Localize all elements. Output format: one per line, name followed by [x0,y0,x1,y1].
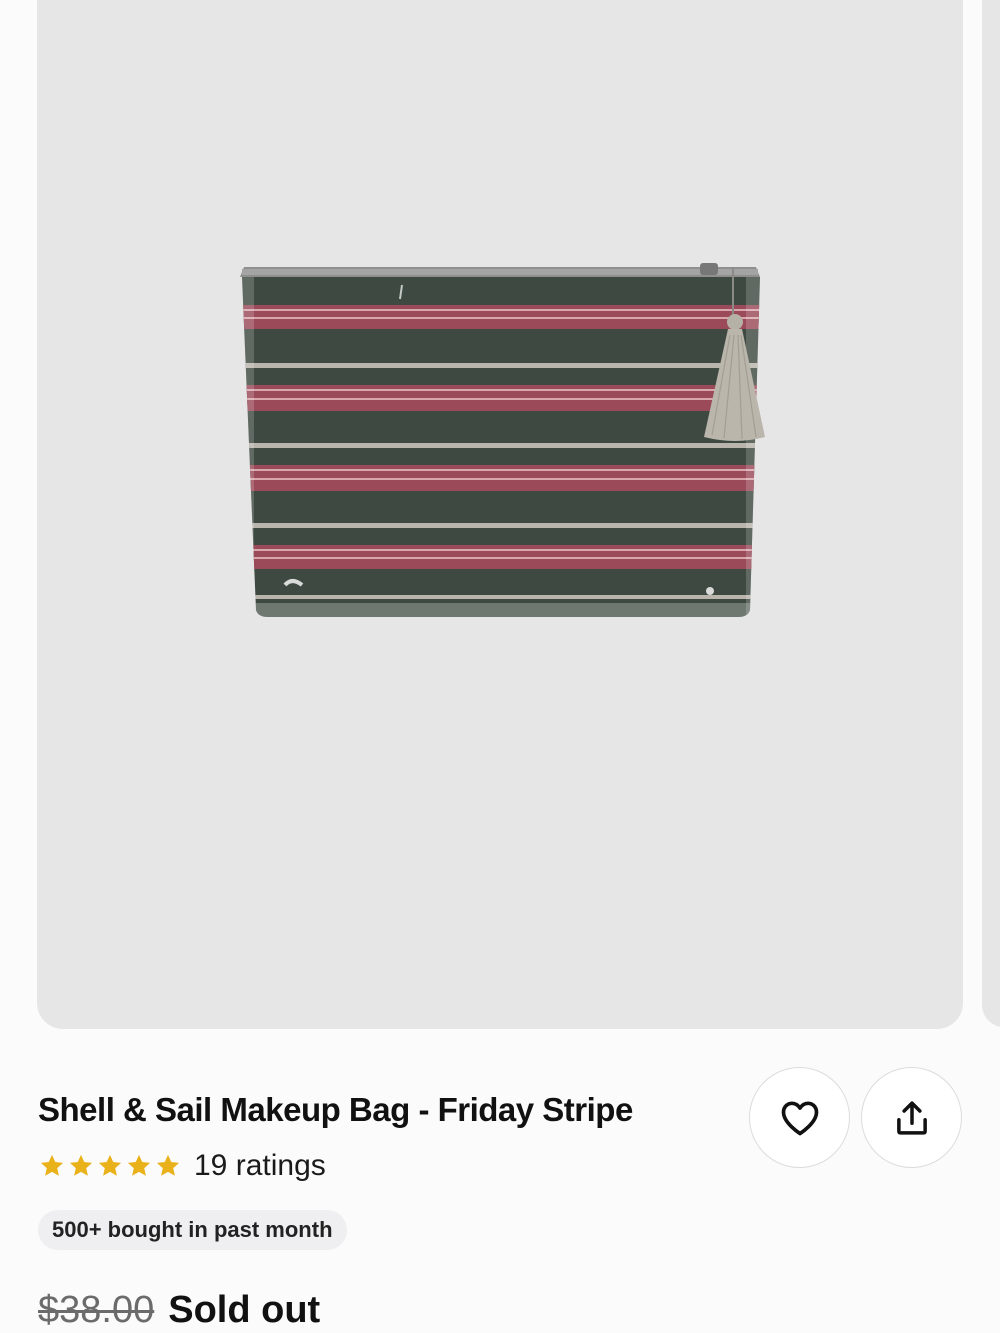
image-carousel[interactable] [0,0,1000,1030]
star-icon [156,1154,180,1176]
heart-icon [781,1101,818,1135]
star-icon [98,1154,122,1176]
original-price: $38.00 [38,1288,155,1331]
ratings-count[interactable]: 19 ratings [194,1149,326,1183]
share-button[interactable] [861,1067,962,1168]
price-row: $38.00 Sold out [38,1285,320,1333]
star-rating [38,1152,182,1180]
star-icon [40,1154,64,1176]
product-title: Shell & Sail Makeup Bag - Friday Stripe [38,1091,633,1128]
product-image [240,263,765,617]
star-icon [127,1154,151,1176]
star-icon [69,1154,93,1176]
product-page: Shell & Sail Makeup Bag - Friday Stripe … [0,0,1000,1333]
bought-badge: 500+ bought in past month [38,1210,347,1250]
share-icon [896,1100,927,1135]
next-image-card[interactable] [982,0,1000,1027]
rating-row[interactable]: 19 ratings [38,1146,326,1186]
favorite-button[interactable] [749,1067,850,1168]
sold-out-label: Sold out [168,1288,321,1331]
